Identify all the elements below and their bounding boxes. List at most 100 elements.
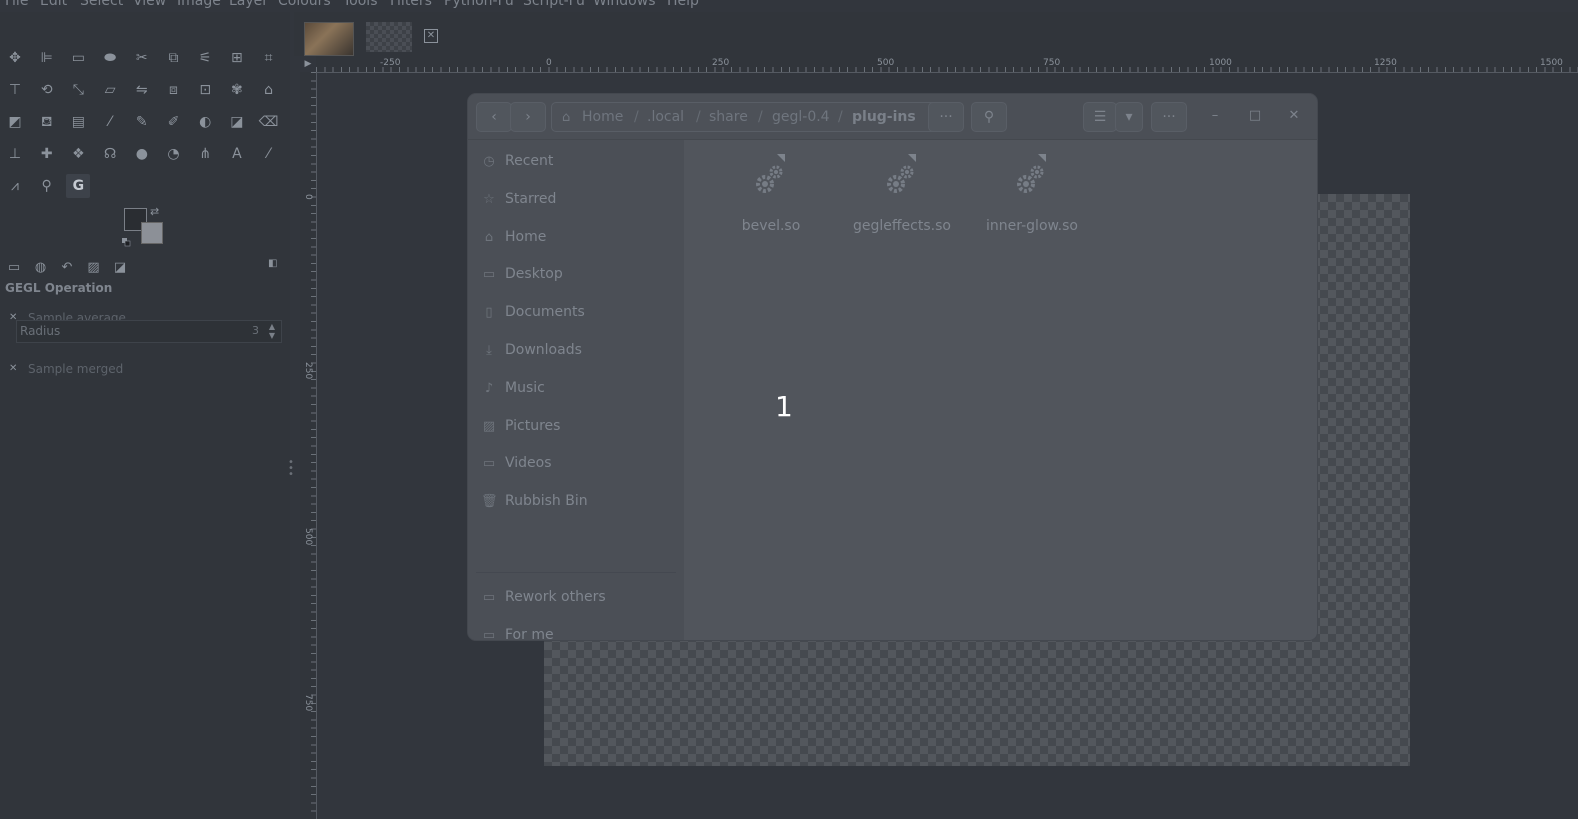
close-image-icon[interactable]: ✕ xyxy=(424,29,438,43)
menu-script-fu[interactable]: Script-Fu xyxy=(523,0,585,9)
search-button[interactable]: ⚲ xyxy=(971,102,1007,132)
heal-tool-icon[interactable]: ✚ xyxy=(35,142,59,166)
dock-menu-icon[interactable]: ◧ xyxy=(268,258,277,269)
measure-tool-icon[interactable]: ⩘ xyxy=(3,174,27,198)
rotate-tool-icon[interactable]: ⟲ xyxy=(35,78,59,102)
crop-tool-icon[interactable]: ⌗ xyxy=(257,46,281,70)
device-status-tab-icon[interactable]: ◍ xyxy=(31,259,51,277)
close-button[interactable]: ✕ xyxy=(1284,106,1304,126)
forward-button[interactable]: › xyxy=(510,102,546,132)
radius-spin-field[interactable]: Radius 3 ▲ ▼ xyxy=(16,320,282,343)
sidebar-item-desktop[interactable]: ▭ Desktop xyxy=(468,257,684,293)
sidebar-item-pictures[interactable]: ▨ Pictures xyxy=(468,409,684,445)
smudge-tool-icon[interactable]: ☊ xyxy=(98,142,122,166)
scissors-select-icon[interactable]: ✂ xyxy=(130,46,154,70)
menu-tools[interactable]: Tools xyxy=(343,0,378,9)
paths-tool-icon[interactable]: ⋔ xyxy=(193,142,217,166)
tool-options-tab-icon[interactable]: ▭ xyxy=(4,259,24,277)
main-menu-button[interactable]: ··· xyxy=(1151,102,1187,132)
menu-view[interactable]: View xyxy=(133,0,166,9)
pencil-icon[interactable]: ✎ xyxy=(130,110,154,134)
background-colour-swatch[interactable] xyxy=(141,222,163,244)
paintbrush-icon[interactable]: ⁄ xyxy=(98,110,122,134)
menu-edit[interactable]: Edit xyxy=(40,0,67,9)
maximize-button[interactable]: □ xyxy=(1245,106,1265,126)
scale-tool-icon[interactable]: ⤡ xyxy=(66,78,90,102)
quick-mask-toggle-icon[interactable]: ▶ xyxy=(300,56,316,72)
default-colours-icon[interactable] xyxy=(122,232,131,247)
airbrush-icon[interactable]: ✐ xyxy=(162,110,186,134)
unified-transform-icon[interactable]: ⊤ xyxy=(3,78,27,102)
pointer-tab-icon[interactable]: ◪ xyxy=(110,259,130,277)
3d-transform-icon[interactable]: ◩ xyxy=(3,110,27,134)
sidebar-item-rework-others[interactable]: ▭ Rework others xyxy=(468,580,684,616)
menu-file[interactable]: File xyxy=(5,0,28,9)
file-item[interactable]: gegleffects.so xyxy=(842,152,962,242)
perspective-tool-icon[interactable]: ⧈ xyxy=(162,78,186,102)
cage-transform-icon[interactable]: ⊡ xyxy=(193,78,217,102)
sidebar-item-recent[interactable]: ◷ Recent xyxy=(468,144,684,180)
clone-tool-icon[interactable]: ⊥ xyxy=(3,142,27,166)
warp-transform-icon[interactable]: ✾ xyxy=(225,78,249,102)
move-tool-icon[interactable]: ✥ xyxy=(3,46,27,70)
menu-select[interactable]: Select xyxy=(80,0,123,9)
horizontal-ruler[interactable]: -250 0 250 500 750 1000 1250 1500 xyxy=(316,56,1578,73)
breadcrumb-home[interactable]: Home xyxy=(582,109,623,125)
align-tool-icon[interactable]: ⊫ xyxy=(35,46,59,70)
mypaint-brush-icon[interactable]: ◪ xyxy=(225,110,249,134)
view-mode-button[interactable]: ☰ xyxy=(1083,102,1117,132)
foreground-select-icon[interactable]: ⧉ xyxy=(162,46,186,70)
flip-tool-icon[interactable]: ⇋ xyxy=(130,78,154,102)
sidebar-item-rubbish-bin[interactable]: 🗑 Rubbish Bin xyxy=(468,484,684,520)
perspective-clone-icon[interactable]: ❖ xyxy=(66,142,90,166)
sidebar-item-videos[interactable]: ▭ Videos xyxy=(468,446,684,482)
handle-transform-icon[interactable]: ⌂ xyxy=(257,78,281,102)
sidebar-item-home[interactable]: ⌂ Home xyxy=(468,220,684,256)
vertical-ruler[interactable]: 0 250 500 750 xyxy=(300,72,317,819)
sample-merged-checkbox[interactable]: ✕ xyxy=(9,364,19,374)
zoom-tool-icon[interactable]: ⚲ xyxy=(35,174,59,198)
file-item[interactable]: bevel.so xyxy=(711,152,831,242)
minimize-button[interactable]: – xyxy=(1205,106,1225,126)
images-tab-icon[interactable]: ▨ xyxy=(84,259,104,277)
menu-python-fu[interactable]: Python-Fu xyxy=(444,0,514,9)
path-more-button[interactable]: ··· xyxy=(928,102,964,132)
gegl-operation-icon[interactable]: G xyxy=(66,174,91,198)
image-thumbnail-transparent[interactable] xyxy=(366,22,412,52)
fuzzy-select-icon[interactable]: ⚟ xyxy=(193,46,217,70)
menu-filters[interactable]: Filters xyxy=(390,0,432,9)
menu-image[interactable]: Image xyxy=(177,0,221,9)
ellipse-select-icon[interactable]: ⬬ xyxy=(98,46,122,70)
menu-windows[interactable]: Windows xyxy=(593,0,656,9)
menu-help[interactable]: Help xyxy=(667,0,699,9)
swap-colours-icon[interactable]: ⇄ xyxy=(150,205,159,218)
bucket-fill-icon[interactable]: ⛾ xyxy=(35,110,59,134)
sidebar-item-music[interactable]: ♪ Music xyxy=(468,371,684,407)
shear-tool-icon[interactable]: ▱ xyxy=(98,78,122,102)
radius-value[interactable]: 3 xyxy=(252,324,259,337)
file-item[interactable]: inner-glow.so xyxy=(972,152,1092,242)
eraser-icon[interactable]: ⌫ xyxy=(257,110,281,134)
blur-tool-icon[interactable]: ● xyxy=(130,142,154,166)
breadcrumb-local[interactable]: .local xyxy=(647,109,684,125)
by-colour-select-icon[interactable]: ⊞ xyxy=(225,46,249,70)
dock-resize-handle[interactable]: • • • xyxy=(288,458,294,490)
breadcrumb-gegl[interactable]: gegl-0.4 xyxy=(772,109,830,125)
sidebar-item-downloads[interactable]: ⤓ Downloads xyxy=(468,333,684,369)
undo-history-tab-icon[interactable]: ↶ xyxy=(57,259,77,277)
back-button[interactable]: ‹ xyxy=(476,102,512,132)
sidebar-item-documents[interactable]: ▯ Documents xyxy=(468,295,684,331)
menu-layer[interactable]: Layer xyxy=(229,0,268,9)
rect-select-icon[interactable]: ▭ xyxy=(66,46,90,70)
breadcrumb-share[interactable]: share xyxy=(709,109,748,125)
sidebar-item-for-me[interactable]: ▭ For me xyxy=(468,618,684,640)
radius-stepper-icon[interactable]: ▲ ▼ xyxy=(266,322,278,341)
ink-tool-icon[interactable]: ◐ xyxy=(193,110,217,134)
menu-colours[interactable]: Colours xyxy=(278,0,331,9)
view-options-button[interactable]: ▾ xyxy=(1115,102,1143,132)
breadcrumb-plug-ins[interactable]: plug-ins xyxy=(852,109,916,125)
gradient-tool-icon[interactable]: ▤ xyxy=(66,110,90,134)
colour-picker-icon[interactable]: ⁄ xyxy=(257,142,281,166)
sidebar-item-starred[interactable]: ☆ Starred xyxy=(468,182,684,218)
dodge-burn-icon[interactable]: ◔ xyxy=(162,142,186,166)
